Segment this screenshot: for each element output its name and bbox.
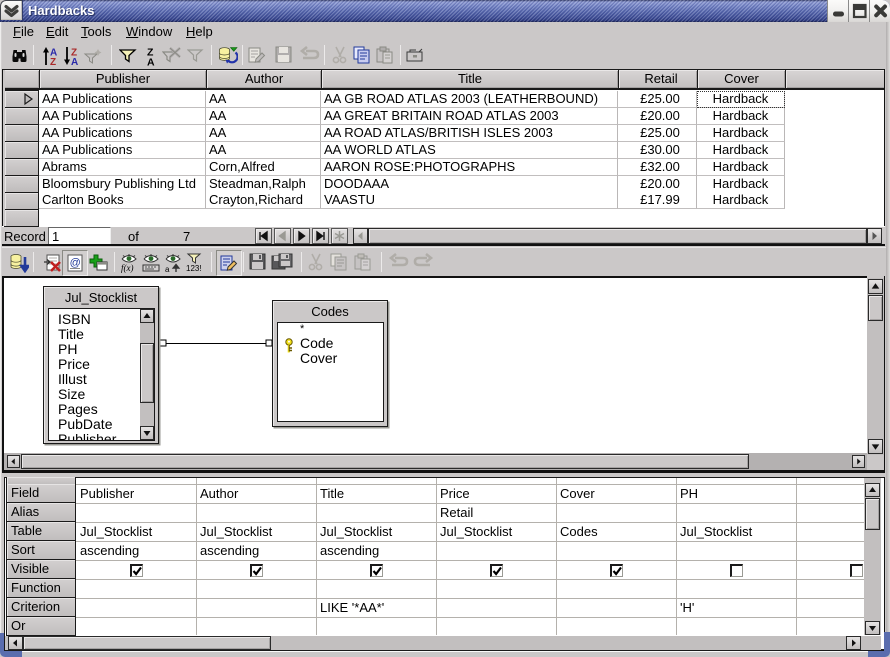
svg-text:Z: Z bbox=[50, 57, 56, 66]
svg-text:f(x): f(x) bbox=[121, 263, 134, 273]
svg-text:@: @ bbox=[70, 257, 81, 269]
svg-text:A: A bbox=[71, 57, 78, 66]
svg-text:a: a bbox=[165, 265, 170, 273]
svg-text:123!: 123! bbox=[186, 264, 202, 273]
svg-text:A: A bbox=[147, 57, 155, 67]
